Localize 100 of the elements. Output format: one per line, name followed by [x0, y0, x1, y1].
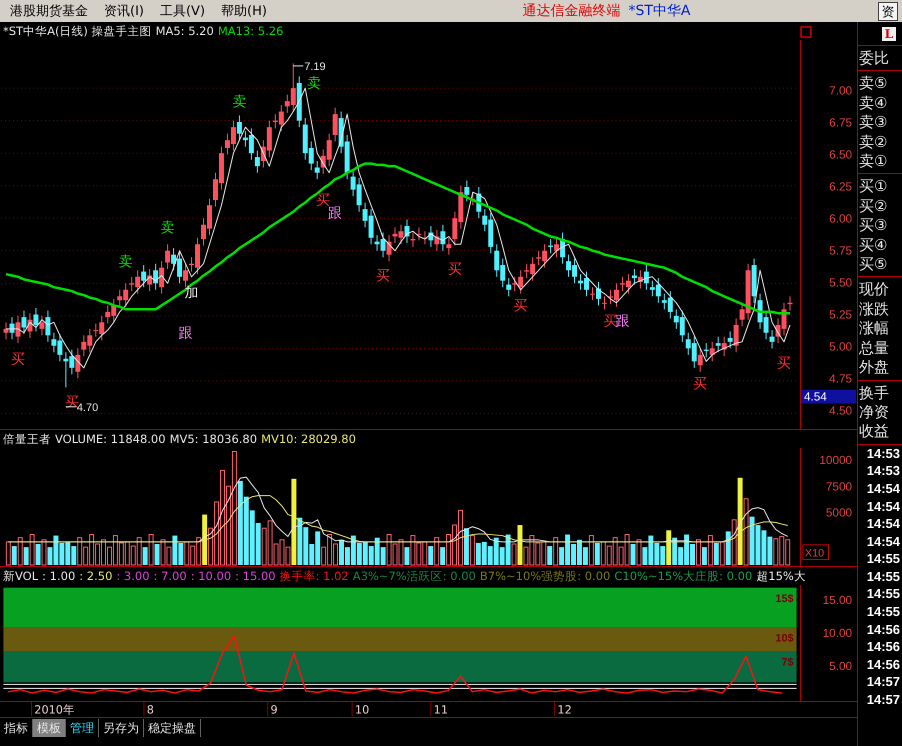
axis-label: 5000: [826, 506, 852, 520]
candlestick: [464, 180, 470, 202]
scale-label: X10: [802, 544, 829, 560]
info-button[interactable]: 资: [878, 2, 898, 20]
legend-label: : 1.00: [42, 569, 76, 583]
candlestick: [602, 296, 607, 310]
axis-label: 5.00: [829, 660, 852, 674]
buy-signal-label: 买: [777, 355, 792, 372]
axis-label: 7500: [826, 480, 852, 494]
bar: [708, 535, 713, 566]
legend-label: : 15.00: [235, 569, 276, 583]
quote-label: 涨幅: [859, 319, 890, 339]
bar: [202, 514, 208, 566]
candlestick: [644, 264, 649, 290]
bar: [714, 542, 719, 566]
bar: [553, 537, 558, 566]
legend-label: VOLUME: 11848.00: [55, 432, 166, 446]
window-icon[interactable]: [800, 26, 812, 38]
quote-label: 卖②: [859, 132, 888, 152]
candlestick: [434, 229, 440, 252]
legend-label: *ST中华A(日线) 操盘手主图: [3, 24, 152, 38]
menu-item[interactable]: 帮助(H): [213, 2, 275, 20]
bar: [428, 546, 434, 566]
bar: [588, 535, 594, 566]
buy-signal-label: 买: [11, 351, 25, 368]
candlestick: [236, 114, 242, 141]
app-title: 通达信金融终端: [522, 2, 620, 20]
candlestick: [75, 348, 80, 379]
menu-item[interactable]: 资讯(I): [96, 2, 152, 20]
candlestick: [770, 330, 775, 349]
buy-signal-label: 买: [514, 298, 528, 314]
quote-label: 外盘: [859, 358, 890, 378]
legend-label: 换手率: 1.02: [280, 568, 349, 584]
bar: [594, 542, 600, 566]
quote-label: 现价: [859, 280, 890, 300]
candlestick: [45, 310, 50, 342]
buy-signal-label: 买: [376, 268, 390, 284]
date-label: 8: [146, 703, 154, 716]
time-label: 14:56: [866, 656, 901, 674]
quote-label: 卖④: [859, 94, 888, 114]
date-label: 2010年: [34, 703, 74, 716]
time-label: 14:56: [866, 620, 901, 638]
legend-label: : 7.00: [154, 569, 187, 583]
candlestick: [716, 336, 721, 353]
quote-label: 买④: [859, 236, 888, 256]
band-label: 15$: [775, 592, 794, 605]
bar: [518, 525, 522, 566]
date-label: 12: [557, 703, 572, 716]
follow-signal-label: 跟: [615, 314, 630, 330]
menu-item[interactable]: 工具(V): [152, 2, 214, 20]
bar: [470, 535, 475, 566]
bar: [12, 546, 17, 566]
candlestick: [704, 342, 709, 358]
candlestick: [165, 244, 170, 270]
candlestick: [632, 268, 637, 286]
follow-signal-label: 跟: [178, 325, 193, 342]
buy-signal-label: 买: [693, 376, 708, 392]
time-label: 14:56: [866, 638, 901, 656]
sell-signal-label: 卖: [118, 254, 133, 270]
bar: [726, 531, 731, 566]
bar: [702, 547, 707, 566]
axis-label: 6.25: [829, 180, 852, 194]
bar: [666, 530, 672, 566]
bar: [154, 544, 160, 566]
date-label: 11: [434, 703, 448, 716]
axis-label: 5.50: [829, 276, 852, 290]
candlestick: [21, 310, 26, 335]
candlestick: [254, 150, 260, 174]
axis-label: 6.75: [829, 116, 852, 130]
bar: [291, 478, 296, 566]
legend-label: MV5: 18036.80: [170, 432, 258, 446]
bar: [148, 534, 154, 566]
bar: [744, 498, 749, 566]
bar: [24, 547, 29, 566]
legend-label: 新VOL: [3, 568, 38, 584]
bar: [434, 537, 440, 566]
sell-signal-label: 卖: [232, 94, 246, 110]
date-label: 9: [270, 703, 278, 716]
candlestick: [506, 278, 512, 297]
time-label: 14:55: [866, 585, 901, 604]
bar: [732, 519, 737, 566]
menu-item[interactable]: 港股期货基金: [2, 2, 96, 20]
quote-label: 净资: [859, 402, 890, 422]
bar: [738, 478, 743, 566]
bar: [630, 544, 636, 566]
current-price-tag: 4.54: [801, 390, 856, 404]
legend-label: A3%~7%活跃区: 0.00: [352, 568, 476, 584]
bar: [636, 539, 642, 566]
bar: [404, 547, 410, 566]
axis-label: 10000: [819, 454, 852, 468]
badge: L: [882, 26, 896, 40]
axis-label: 6.50: [829, 148, 852, 162]
axis-label: 5.75: [829, 244, 852, 258]
axis-label: 7.00: [829, 84, 852, 98]
candlestick: [153, 263, 158, 290]
bar: [142, 547, 148, 566]
bar: [30, 534, 35, 566]
sell-signal-label: 卖: [307, 76, 322, 92]
candlestick: [39, 315, 44, 336]
time-label: 14:54: [866, 480, 901, 498]
